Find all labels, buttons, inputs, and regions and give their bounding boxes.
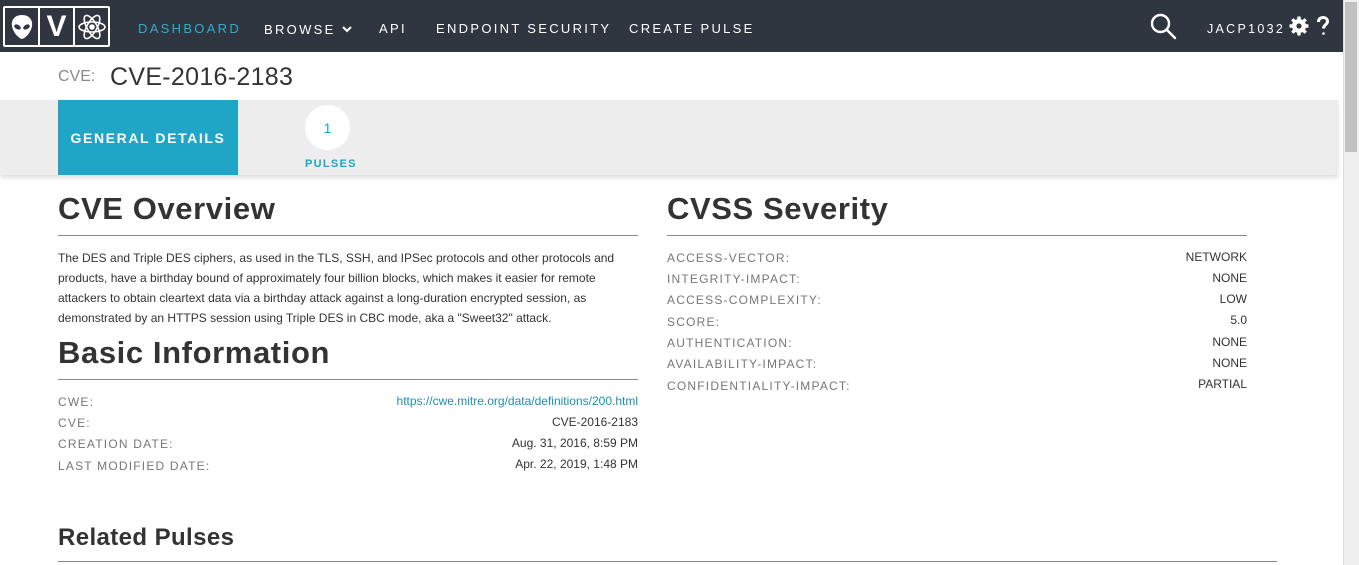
basic-value: Aug. 31, 2016, 8:59 PM — [511, 436, 638, 450]
nav-browse[interactable]: BROWSE — [264, 21, 352, 37]
cvss-label: CONFIDENTIALITY-IMPACT: — [667, 379, 851, 393]
nav-api[interactable]: API — [379, 21, 407, 36]
cve-label: CVE: — [58, 68, 96, 85]
logo-letter: V — [40, 8, 75, 45]
pulses-count-badge[interactable]: 1 — [305, 105, 350, 150]
cvss-value: NONE — [1212, 335, 1247, 349]
scrollbar-thumb[interactable] — [1345, 2, 1357, 152]
basic-value: Apr. 22, 2019, 1:48 PM — [515, 457, 638, 471]
cvss-label: SCORE: — [667, 315, 721, 329]
basic-label: LAST MODIFIED DATE: — [58, 459, 211, 473]
help-icon[interactable] — [1316, 0, 1330, 52]
cvss-label: ACCESS-COMPLEXITY: — [667, 293, 822, 307]
basic-info-heading: Basic Information — [58, 335, 331, 370]
basic-info-divider — [58, 379, 638, 380]
cvss-value: PARTIAL — [1198, 377, 1247, 391]
tab-pulses[interactable]: PULSES — [305, 158, 356, 170]
chevron-down-icon — [341, 21, 352, 36]
page-title: CVE-2016-2183 — [110, 63, 294, 91]
tab-general-details[interactable]: GENERAL DETAILS — [58, 100, 238, 175]
cwe-link[interactable]: https://cwe.mitre.org/data/definitions/2… — [397, 394, 638, 408]
overview-heading: CVE Overview — [58, 191, 276, 226]
nav-endpoint-security[interactable]: ENDPOINT SECURITY — [436, 21, 611, 36]
gear-icon[interactable] — [1289, 0, 1309, 52]
cvss-label: INTEGRITY-IMPACT: — [667, 272, 801, 286]
cvss-value: LOW — [1219, 292, 1247, 306]
cvss-value: NONE — [1212, 271, 1247, 285]
otx-logo[interactable]: V — [3, 6, 110, 47]
atom-logo-icon — [75, 8, 108, 45]
cvss-label: AUTHENTICATION: — [667, 336, 793, 350]
cvss-value: NONE — [1212, 356, 1247, 370]
cvss-score: 5.0 — [1230, 313, 1247, 327]
basic-value: CVE-2016-2183 — [551, 415, 638, 429]
cvss-value: NETWORK — [1185, 250, 1247, 264]
cvss-label: AVAILABILITY-IMPACT: — [667, 357, 818, 371]
cvss-heading: CVSS Severity — [667, 191, 889, 226]
related-pulses-heading: Related Pulses — [58, 524, 235, 551]
nav-create-pulse[interactable]: CREATE PULSE — [629, 21, 755, 36]
alien-logo-icon — [5, 8, 40, 45]
overview-text: The DES and Triple DES ciphers, as used … — [58, 251, 615, 325]
basic-label: CVE: — [58, 416, 91, 430]
overview-divider — [58, 235, 638, 236]
nav-browse-label: BROWSE — [264, 22, 336, 37]
related-divider — [58, 561, 1277, 562]
cvss-divider — [667, 235, 1247, 236]
basic-label: CREATION DATE: — [58, 437, 174, 451]
cvss-label: ACCESS-VECTOR: — [667, 251, 791, 265]
top-nav: V DASHBOARD BROWSE API ENDPOINT SECURITY… — [0, 0, 1343, 52]
nav-dashboard[interactable]: DASHBOARD — [138, 21, 241, 36]
tab-bar: GENERAL DETAILS 1 PULSES — [0, 100, 1338, 175]
user-menu[interactable]: JACP1032 — [1207, 22, 1285, 36]
basic-label: CWE: — [58, 395, 95, 409]
search-icon[interactable] — [1149, 0, 1177, 52]
